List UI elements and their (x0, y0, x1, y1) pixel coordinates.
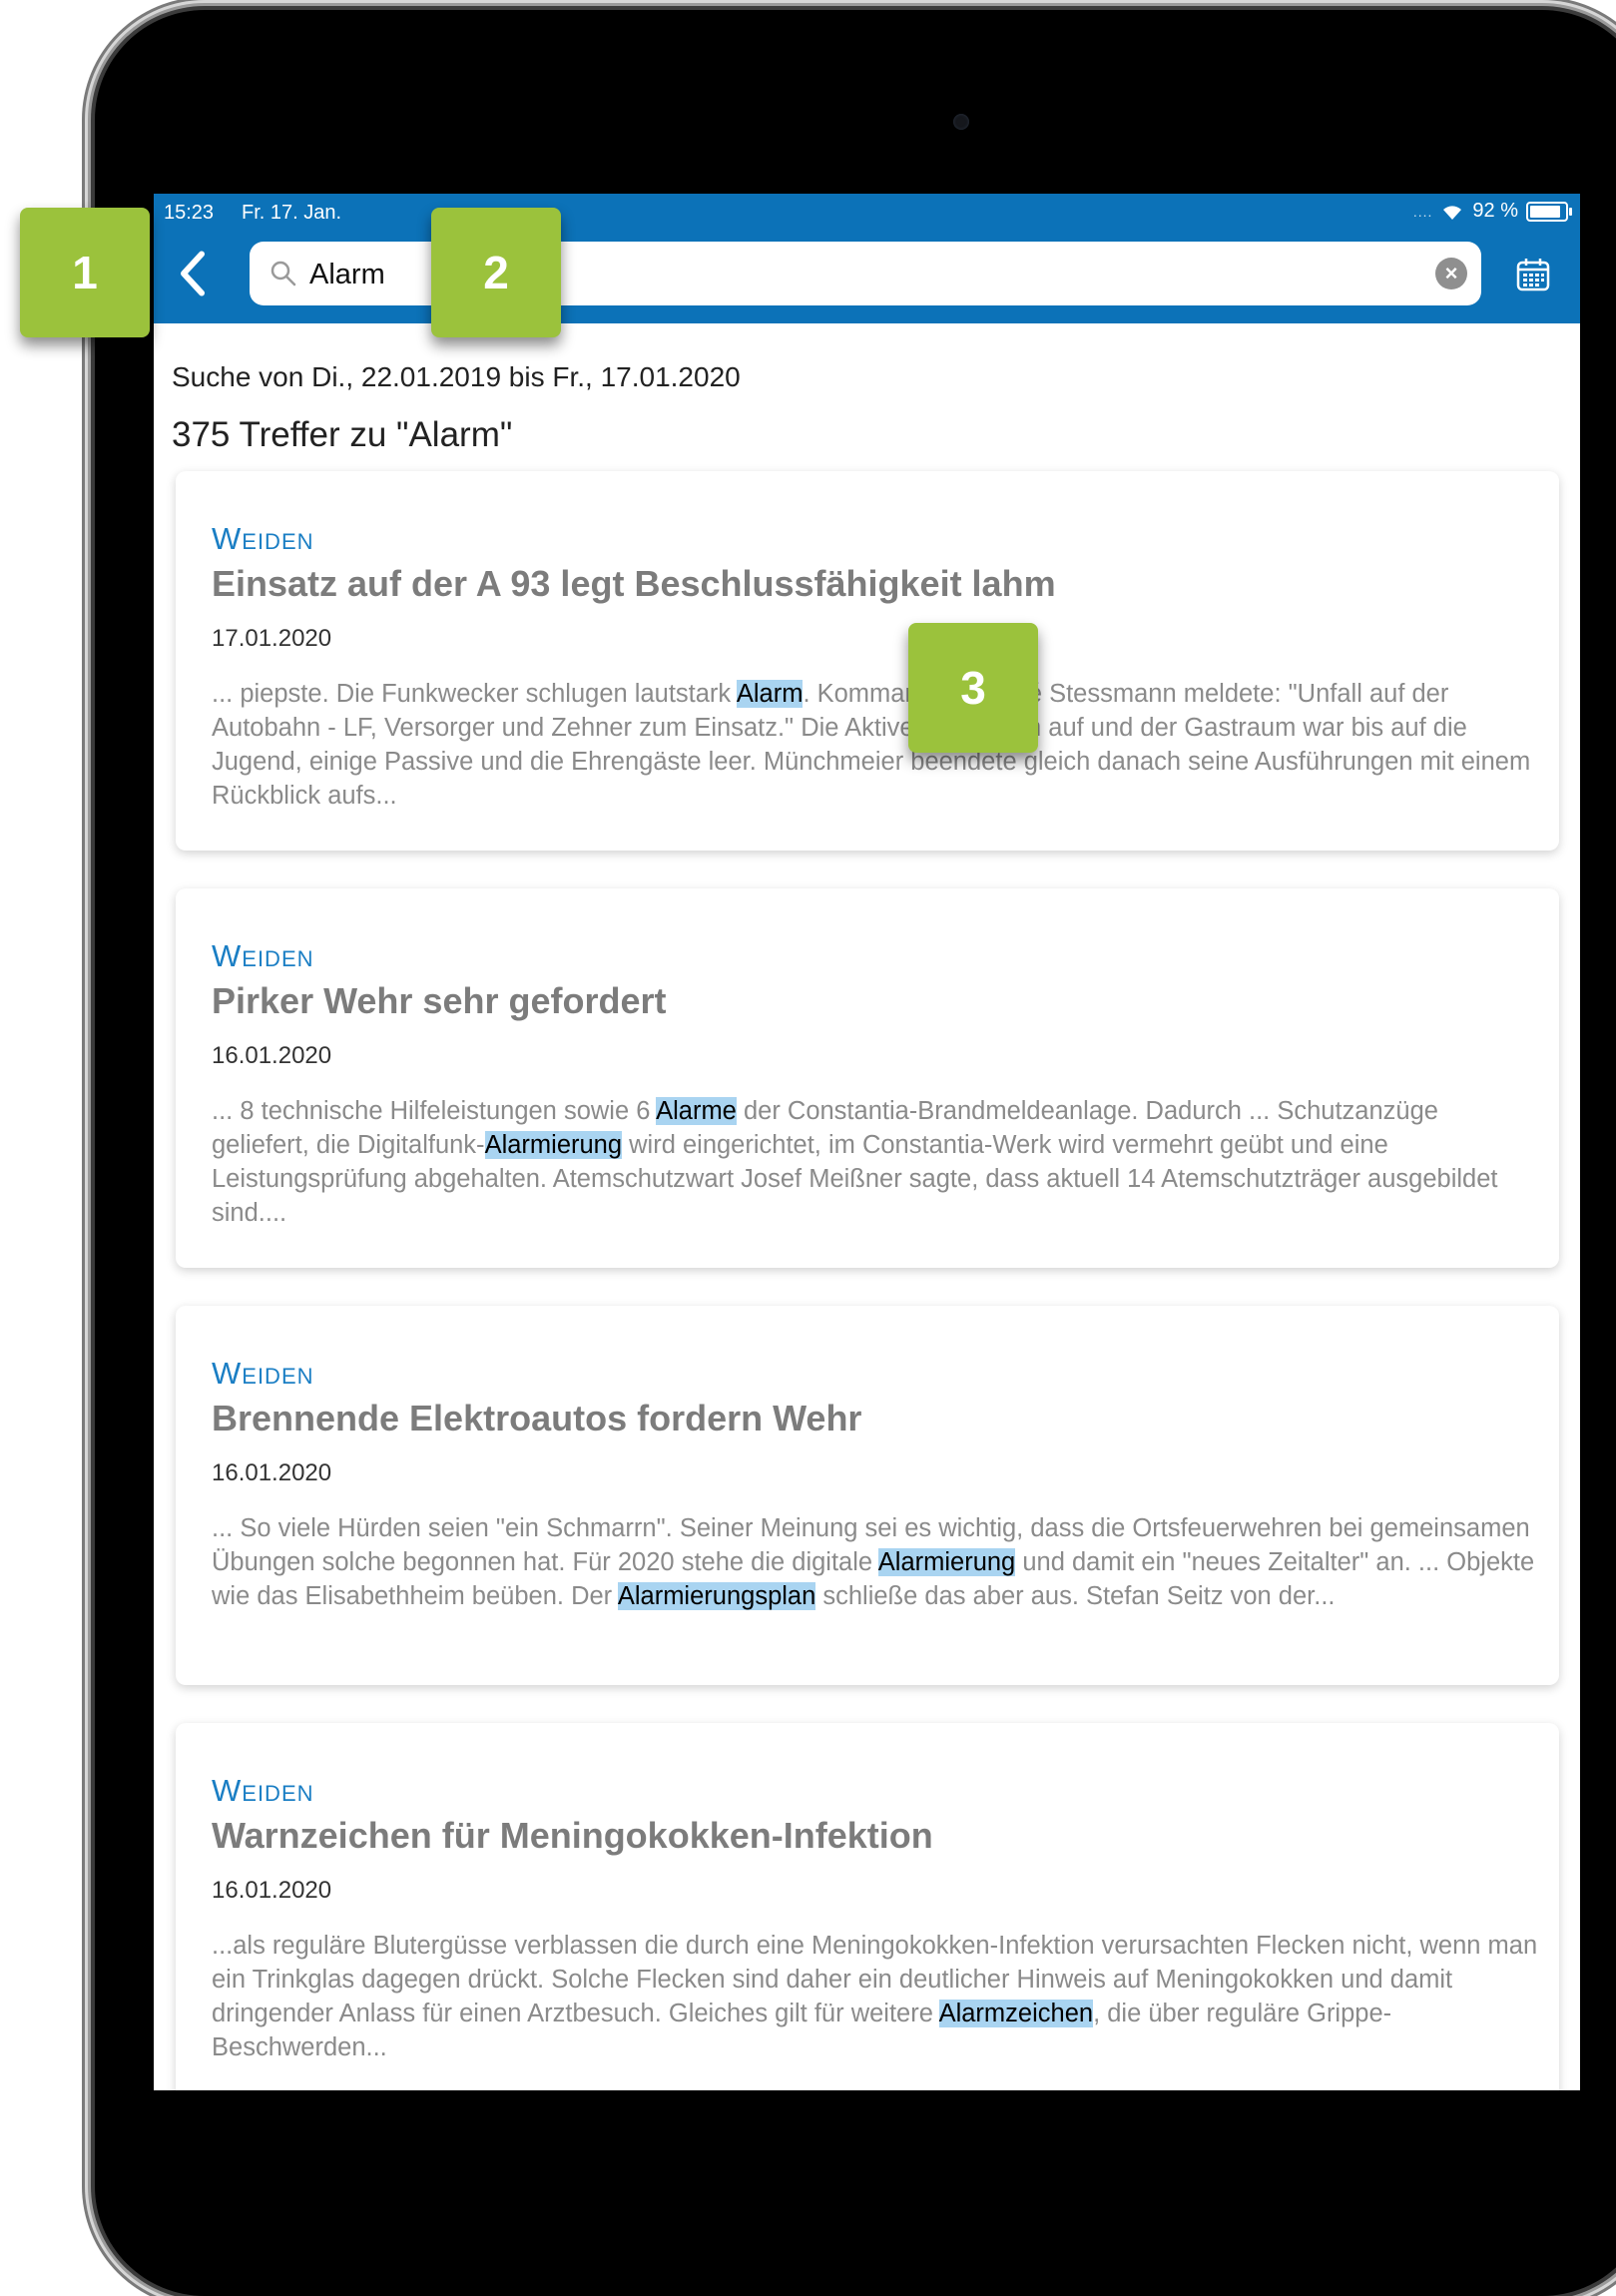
card-title: Pirker Wehr sehr gefordert (212, 980, 667, 1021)
result-card[interactable]: WEIDEN Brennende Elektroautos fordern We… (176, 1306, 1559, 1685)
top-bar: 15:23 Fr. 17. Jan. .... 92 % × (154, 194, 1580, 323)
result-count: 375 Treffer zu "Alarm" (172, 415, 513, 454)
annotation-marker: 3 (908, 623, 1038, 753)
calendar-icon (1516, 259, 1550, 291)
back-button[interactable] (168, 244, 218, 303)
status-indicators: .... 92 % (1412, 200, 1572, 223)
result-card[interactable]: WEIDEN Warnzeichen für Meningokokken-Inf… (176, 1723, 1559, 2090)
clear-icon[interactable]: × (1435, 258, 1467, 289)
card-title: Warnzeichen für Meningokokken-Infektion (212, 1815, 933, 1856)
card-date: 16.01.2020 (212, 1042, 332, 1069)
battery-icon (1526, 201, 1572, 222)
status-time: 15:23 (164, 202, 215, 224)
card-teaser: ... So viele Hürden seien "ein Schmarrn"… (212, 1511, 1539, 1613)
status-date: Fr. 17. Jan. (242, 202, 342, 224)
highlighted-term: Alarme (656, 1097, 737, 1125)
search-icon (270, 261, 296, 287)
highlighted-term: Alarmierungsplan (617, 1582, 816, 1610)
calendar-button[interactable] (1514, 256, 1552, 293)
teaser-text: ... piepste. Die Funkwecker schlugen lau… (212, 680, 737, 708)
chevron-left-icon (181, 251, 205, 296)
annotation-marker: 2 (431, 208, 561, 337)
teaser-text: ... 8 technische Hilfeleistungen sowie 6 (212, 1097, 657, 1125)
card-teaser: ... 8 technische Hilfeleistungen sowie 6… (212, 1094, 1539, 1230)
card-region: WEIDEN (212, 938, 314, 973)
card-title: Brennende Elektroautos fordern Wehr (212, 1398, 862, 1438)
card-region: WEIDEN (212, 1356, 314, 1391)
card-region: WEIDEN (212, 521, 314, 556)
highlighted-term: Alarmzeichen (938, 2000, 1094, 2027)
card-date: 16.01.2020 (212, 1877, 332, 1904)
wifi-icon (1443, 205, 1462, 220)
card-date: 17.01.2020 (212, 625, 332, 652)
card-date: 16.01.2020 (212, 1459, 332, 1486)
card-teaser: ... piepste. Die Funkwecker schlugen lau… (212, 677, 1539, 813)
app-screen: 15:23 Fr. 17. Jan. .... 92 % × (154, 194, 1580, 2090)
highlighted-term: Alarm (736, 680, 804, 708)
card-region: WEIDEN (212, 1773, 314, 1808)
result-card[interactable]: WEIDEN Einsatz auf der A 93 legt Beschlu… (176, 471, 1559, 851)
search-range: Suche von Di., 22.01.2019 bis Fr., 17.01… (172, 361, 741, 392)
card-teaser: ...als reguläre Blutergüsse verblassen d… (212, 1929, 1539, 2064)
status-bar: 15:23 Fr. 17. Jan. .... 92 % (154, 194, 1580, 234)
annotation-marker: 1 (20, 208, 150, 337)
battery-percent: 92 % (1472, 200, 1518, 222)
signal-dots: .... (1412, 203, 1433, 220)
front-camera (953, 114, 969, 130)
teaser-text: schließe das aber aus. Stefan Seitz von … (815, 1582, 1336, 1610)
card-title: Einsatz auf der A 93 legt Beschlussfähig… (212, 563, 1056, 604)
highlighted-term: Alarmierung (484, 1131, 623, 1159)
highlighted-term: Alarmierung (877, 1548, 1016, 1576)
result-card[interactable]: WEIDEN Pirker Wehr sehr gefordert 16.01.… (176, 888, 1559, 1268)
